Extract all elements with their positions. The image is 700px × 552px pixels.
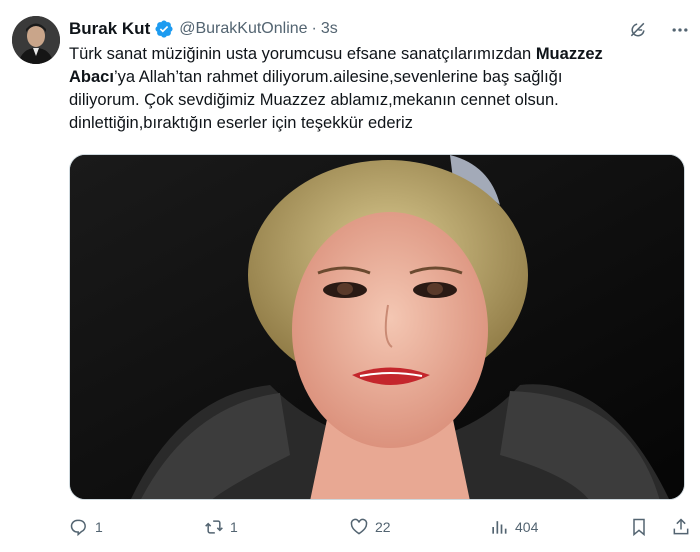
author-handle[interactable]: @BurakKutOnline (179, 20, 307, 38)
tweet-text-segment: Türk sanat müziğinin usta yorumcusu efsa… (69, 45, 536, 63)
bookmark-icon (633, 518, 645, 537)
like-button[interactable]: 22 (349, 517, 391, 537)
views-icon (492, 521, 507, 534)
share-icon (673, 518, 689, 535)
tweet-text-line-4: dinlettiğin,bıraktığın eserler için teşe… (69, 114, 413, 132)
tweet[interactable]: Burak Kut @BurakKutOnline · 3s Türk sana… (0, 0, 700, 552)
tweet-text-segment: ’ya Allah’tan rahmet diliyorum.ailesine,… (113, 68, 563, 86)
tweet-top-actions (628, 20, 690, 40)
mention-bold-muazzez: Muazzez (535, 45, 603, 63)
author-name[interactable]: Burak Kut (69, 19, 150, 39)
like-icon (350, 518, 368, 535)
retweet-button[interactable]: 1 (204, 517, 238, 537)
bookmark-button[interactable] (629, 517, 649, 537)
reply-button[interactable]: 1 (69, 517, 103, 537)
tweet-text-line-2: Abacı’ya Allah’tan rahmet diliyorum.aile… (69, 66, 689, 89)
views-count: 404 (515, 519, 539, 535)
more-icon[interactable] (670, 20, 690, 40)
views-button[interactable]: 404 (489, 517, 538, 537)
tweet-header: Burak Kut @BurakKutOnline · 3s (69, 17, 338, 41)
separator-dot: · (311, 20, 317, 37)
tweet-text-line-3: diliyorum. Çok sevdiğimiz Muazzez ablamı… (69, 91, 559, 109)
tweet-text-line-1: Türk sanat müziğinin usta yorumcusu efsa… (69, 43, 689, 66)
tweet-photo[interactable] (69, 154, 685, 500)
reply-count: 1 (95, 519, 103, 535)
verified-badge-icon (154, 19, 174, 39)
retweet-count: 1 (230, 519, 238, 535)
tweet-actions: 1 1 22 404 (69, 515, 689, 539)
retweet-icon (205, 520, 223, 534)
share-button[interactable] (671, 517, 691, 537)
tweet-text: Türk sanat müziğinin usta yorumcusu efsa… (69, 43, 689, 135)
grok-icon[interactable] (628, 20, 648, 40)
reply-icon (70, 519, 86, 537)
mention-bold-abaci: Abacı (69, 68, 114, 86)
avatar[interactable] (12, 16, 60, 64)
like-count: 22 (375, 519, 391, 535)
timestamp[interactable]: 3s (321, 20, 338, 38)
